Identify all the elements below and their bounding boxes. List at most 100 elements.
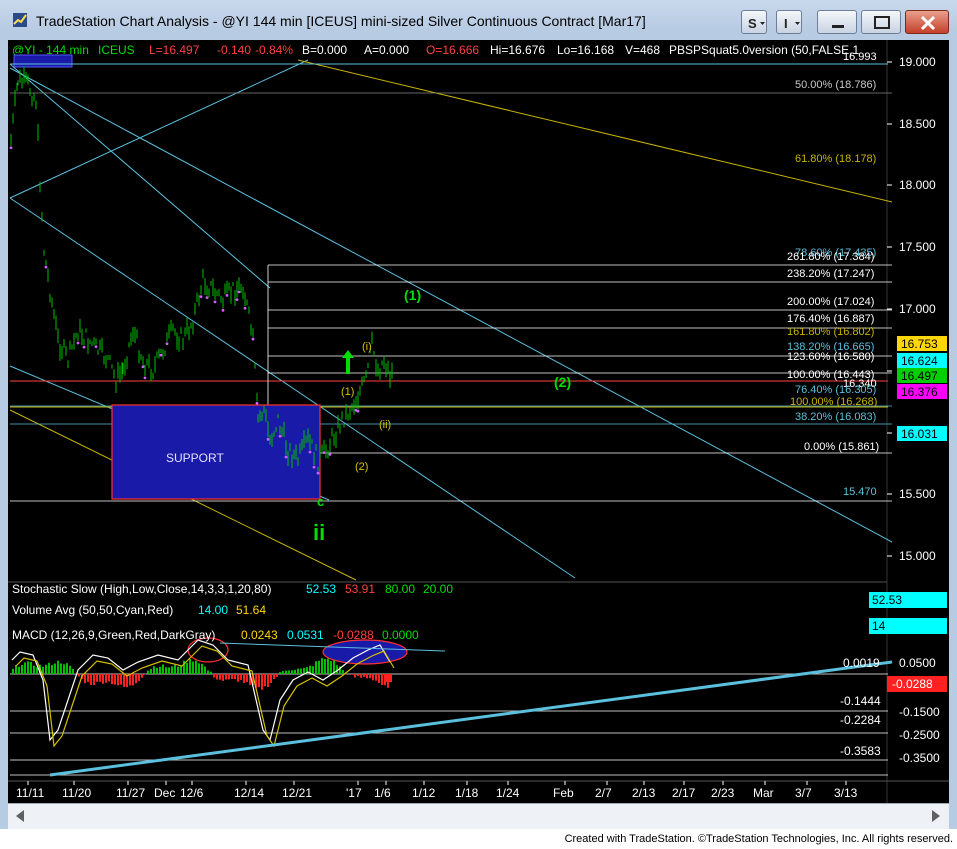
- volume-v1: 14.00: [198, 603, 228, 617]
- price-badge-text: 16.624: [901, 354, 938, 368]
- fib-label: 100.00% (16.268): [790, 396, 877, 408]
- macd-signal: 0.0531: [287, 628, 324, 642]
- price-tick: 15.000: [899, 549, 936, 563]
- wave-i-label: (i): [362, 341, 372, 353]
- change-percent: -0.84%: [255, 43, 293, 57]
- time-tick: 1/6: [374, 786, 391, 800]
- maximize-button[interactable]: [861, 10, 901, 34]
- stochastic-badge-text: 52.53: [872, 593, 902, 607]
- chart-canvas[interactable]: @YI - 144 min ICEUS L=16.497 -0.140 -0.8…: [8, 40, 949, 803]
- fib-labels: 16.99350.00% (18.786)61.80% (18.178)78.6…: [787, 51, 879, 498]
- time-tick: 3/7: [795, 786, 812, 800]
- wave-2-green: (2): [554, 374, 571, 390]
- close-icon: [920, 15, 936, 31]
- time-tick: 2/13: [632, 786, 656, 800]
- fib-label: 38.20% (16.083): [795, 411, 876, 423]
- fib-label: 161.80% (16.802): [787, 326, 874, 338]
- close-button[interactable]: [905, 10, 949, 34]
- stochastic-os: 20.00: [423, 582, 453, 596]
- fib-label: 261.80% (17.384): [787, 251, 874, 263]
- fib-label: 176.40% (16.887): [787, 313, 874, 325]
- volume-badge-text: 14: [872, 619, 886, 633]
- macd-level: 0.0019: [843, 656, 880, 670]
- horizontal-scrollbar[interactable]: [8, 803, 949, 829]
- window-title: TradeStation Chart Analysis - @YI 144 mi…: [36, 13, 646, 29]
- up-arrow-icon: [342, 350, 354, 374]
- macd-levels: 0.0019 -0.1444 -0.2284 -0.3583: [840, 656, 881, 758]
- wave-1-small: (1): [341, 386, 354, 398]
- fib-label: 0.00% (15.861): [804, 441, 879, 453]
- fib-label: 50.00% (18.786): [795, 79, 876, 91]
- price-tick: 17.500: [899, 240, 936, 254]
- time-tick: 12/6: [180, 786, 204, 800]
- macd-value: 0.0243: [241, 628, 278, 642]
- time-tick: Dec: [154, 786, 175, 800]
- macd-level: -0.3583: [840, 744, 881, 758]
- price-axis[interactable]: 19.00018.50018.00017.50017.00016.50016.0…: [887, 55, 936, 563]
- title-bar[interactable]: TradeStation Chart Analysis - @YI 144 mi…: [0, 0, 957, 44]
- symbol-marker: [13, 54, 73, 68]
- time-axis[interactable]: 11/11 11/20 11/27 Dec 12/6 12/14 12/21 '17 1/6 1/…: [16, 781, 858, 800]
- time-tick: Mar: [753, 786, 774, 800]
- status-bar: Created with TradeStation. ©TradeStation…: [0, 829, 957, 849]
- macd-label: MACD (12,26,9,Green,Red,DarkGray): [12, 628, 215, 642]
- scroll-left-icon[interactable]: [16, 810, 24, 822]
- time-tick: 12/14: [234, 786, 264, 800]
- i-menu-button[interactable]: I: [776, 10, 802, 34]
- time-tick: 1/18: [455, 786, 479, 800]
- macd-badge-text: -0.0288: [892, 677, 933, 691]
- channel-lines: [9, 59, 893, 581]
- chart-area[interactable]: @YI - 144 min ICEUS L=16.497 -0.140 -0.8…: [8, 40, 949, 803]
- time-tick: 2/23: [711, 786, 735, 800]
- time-tick: 2/17: [672, 786, 696, 800]
- fib-label: 238.20% (17.247): [787, 268, 874, 280]
- price-tick: 18.000: [899, 178, 936, 192]
- maximize-icon: [874, 16, 890, 29]
- tradestation-window: TradeStation Chart Analysis - @YI 144 mi…: [0, 0, 957, 849]
- volume-label: Volume Avg (50,50,Cyan,Red): [12, 603, 173, 617]
- wave-c-label: c: [317, 494, 324, 509]
- fib-label: 123.60% (16.580): [787, 351, 874, 363]
- open-value: O=16.666: [426, 43, 479, 57]
- wave-1-green: (1): [404, 287, 421, 303]
- wave-ii-label: ii: [313, 520, 325, 545]
- study-label: PBSPSquat5.0version (50,FALSE,1: [669, 43, 859, 57]
- wave-ii-small: (ii): [379, 419, 391, 431]
- time-tick: 11/27: [116, 786, 145, 800]
- macd-axis[interactable]: 0.0500 -0.1500 -0.2500 -0.3500: [899, 656, 940, 765]
- s-menu-button[interactable]: S: [741, 10, 767, 34]
- macd-diff: -0.0288: [333, 628, 374, 642]
- minimize-button[interactable]: [817, 10, 857, 34]
- bid-value: B=0.000: [302, 43, 347, 57]
- fib-label: 16.993: [843, 51, 877, 63]
- price-badge-text: 16.031: [901, 427, 938, 441]
- stochastic-k: 52.53: [306, 582, 336, 596]
- macd-tick: -0.2500: [899, 728, 940, 742]
- price-tick: 18.500: [899, 117, 936, 131]
- time-tick: 1/24: [496, 786, 520, 800]
- macd-tick: 0.0500: [899, 656, 936, 670]
- time-tick: '17: [346, 786, 362, 800]
- fib-label: 200.00% (17.024): [787, 296, 874, 308]
- fib-label: 76.40% (16.305): [795, 384, 876, 396]
- time-tick: 1/12: [412, 786, 436, 800]
- stochastic-d: 53.91: [345, 582, 375, 596]
- low-value: Lo=16.168: [557, 43, 614, 57]
- scroll-right-icon[interactable]: [932, 810, 940, 822]
- price-badge-text: 16.753: [901, 337, 938, 351]
- high-value: Hi=16.676: [490, 43, 545, 57]
- macd-tick: -0.1500: [899, 705, 940, 719]
- support-label: SUPPORT: [166, 451, 224, 465]
- macd-histogram: [12, 658, 392, 690]
- macd-zero: 0.0000: [382, 628, 419, 642]
- price-badge-text: 16.497: [901, 369, 938, 383]
- macd-tick: -0.3500: [899, 751, 940, 765]
- stochastic-ob: 80.00: [385, 582, 415, 596]
- macd-level: -0.1444: [840, 694, 881, 708]
- minimize-icon: [832, 25, 844, 28]
- s-button-label: S: [748, 16, 757, 31]
- time-tick: 12/21: [282, 786, 312, 800]
- time-tick: 2/7: [595, 786, 612, 800]
- price-tick: 15.500: [899, 487, 936, 501]
- macd-trendline: [49, 660, 893, 777]
